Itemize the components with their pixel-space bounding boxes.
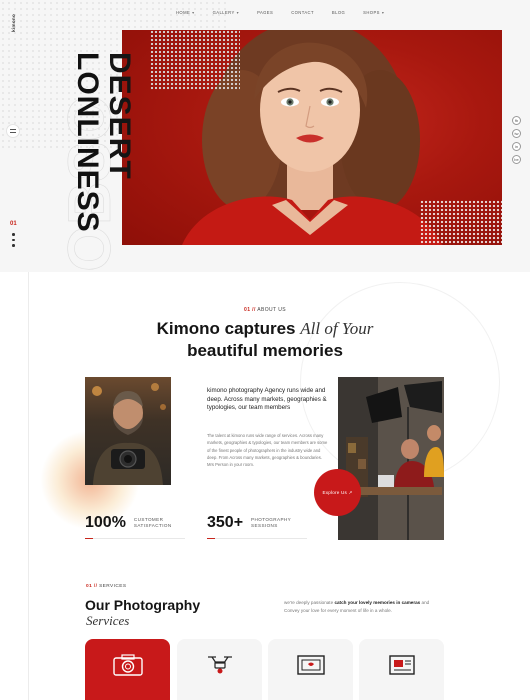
dot-pattern-decoration xyxy=(420,200,502,245)
services-heading-italic: Services xyxy=(86,613,130,628)
studio-illustration xyxy=(338,377,444,540)
studio-image xyxy=(338,377,444,540)
slide-number: 01 xyxy=(10,221,17,227)
service-card-camera[interactable] xyxy=(85,639,170,700)
heading-bold: Kimono captures xyxy=(156,319,296,338)
instagram-icon[interactable]: in xyxy=(512,142,521,151)
nav-item-gallery[interactable]: GALLERY ▾ xyxy=(213,10,239,15)
stat-label: CUSTOMER SATISFACTION xyxy=(134,517,172,530)
nav-item-pages[interactable]: PAGES xyxy=(257,10,273,15)
kicker-label: ABOUT US xyxy=(257,307,286,313)
service-card-drone[interactable] xyxy=(177,639,262,700)
slide-dot[interactable] xyxy=(12,233,15,236)
stat-label-line-1: CUSTOMER xyxy=(133,516,164,522)
services-kicker: 01 // SERVICES xyxy=(86,584,126,589)
nav-label: SHOPS xyxy=(363,10,380,15)
kicker-number: 01 // xyxy=(244,307,256,313)
slide-dot[interactable] xyxy=(12,244,15,247)
site-logo[interactable]: kimono xyxy=(6,8,20,38)
nav-label: HOME xyxy=(176,10,191,15)
kicker-number: 01 // xyxy=(86,584,98,589)
desc-prefix: we're deeply passionate xyxy=(284,600,334,605)
camera-icon xyxy=(112,654,143,676)
about-body-text: The talent at kimono runs wide range of … xyxy=(207,433,328,468)
explore-us-button[interactable]: Explore Us ↗ xyxy=(314,469,361,516)
stat-label-line-2: SATISFACTION xyxy=(133,523,172,528)
nav-label: CONTACT xyxy=(291,10,314,15)
chevron-down-icon: ▾ xyxy=(236,10,240,15)
nav-item-home[interactable]: HOME ▾ xyxy=(176,10,195,15)
twitter-icon[interactable]: tw xyxy=(512,129,521,138)
services-heading: Our Photography xyxy=(85,597,201,613)
social-links: fb tw in be xyxy=(512,116,521,164)
dot-pattern-decoration xyxy=(150,30,240,90)
about-lead-text: kimono photography Agency runs wide and … xyxy=(207,387,327,412)
nav-label: GALLERY xyxy=(212,10,235,15)
nav-item-shops[interactable]: SHOPS ▾ xyxy=(363,10,384,15)
services-description: we're deeply passionate catch your lovel… xyxy=(284,599,446,614)
slide-dot[interactable] xyxy=(12,238,15,241)
desc-bold: catch your lovely memories in cameras xyxy=(334,600,421,605)
kicker-label: SERVICES xyxy=(99,584,127,589)
nav-label: PAGES xyxy=(257,10,274,15)
stat-label-line-2: SESSIONS xyxy=(251,523,278,528)
nav-item-contact[interactable]: CONTACT xyxy=(291,10,314,15)
stat-value: 100% xyxy=(85,514,126,531)
stat-satisfaction: 100% CUSTOMER SATISFACTION xyxy=(85,514,172,532)
hero-title-line-1: DESERT xyxy=(103,52,136,180)
facebook-icon[interactable]: fb xyxy=(512,116,521,125)
image-gallery-icon xyxy=(388,655,415,675)
nav-item-blog[interactable]: BLOG xyxy=(332,10,345,15)
about-heading: Kimono captures All of Your beautiful me… xyxy=(0,318,530,362)
slider-pagination xyxy=(12,233,15,247)
logo-text: kimono xyxy=(10,14,16,32)
hero-title-line-2: LONLINESS xyxy=(71,52,104,233)
service-card-gallery[interactable] xyxy=(359,639,444,700)
photo-frame-icon xyxy=(296,655,325,675)
service-card-frame[interactable] xyxy=(268,639,353,700)
drone-icon xyxy=(207,656,232,674)
hero-section: kimono HOME ▾ GALLERY ▾ PAGES CONTACT BLOG… xyxy=(0,0,530,272)
main-nav: HOME ▾ GALLERY ▾ PAGES CONTACT BLOG SHOPS ▾ xyxy=(176,10,402,15)
hero-title: DESERT LONLINESS xyxy=(71,52,136,233)
menu-toggle-button[interactable] xyxy=(6,124,20,138)
stat-underline xyxy=(85,538,185,539)
nav-label: BLOG xyxy=(331,10,346,15)
photographer-image xyxy=(85,377,171,485)
chevron-down-icon: ▾ xyxy=(192,10,195,15)
heading-italic: All of Your xyxy=(300,319,374,338)
stat-sessions: 350+ PHOTOGRAPHY SESSIONS xyxy=(207,514,291,532)
stat-value: 350+ xyxy=(207,514,244,531)
photographer-illustration xyxy=(92,383,166,485)
heading-line-2: beautiful memories xyxy=(187,341,343,360)
stat-label-line-1: PHOTOGRAPHY xyxy=(251,516,292,522)
about-kicker: 01 // ABOUT US xyxy=(0,307,530,313)
behance-icon[interactable]: be xyxy=(512,155,521,164)
stat-underline xyxy=(207,538,307,539)
chevron-down-icon: ▾ xyxy=(381,10,385,15)
stat-label: PHOTOGRAPHY SESSIONS xyxy=(251,517,291,530)
